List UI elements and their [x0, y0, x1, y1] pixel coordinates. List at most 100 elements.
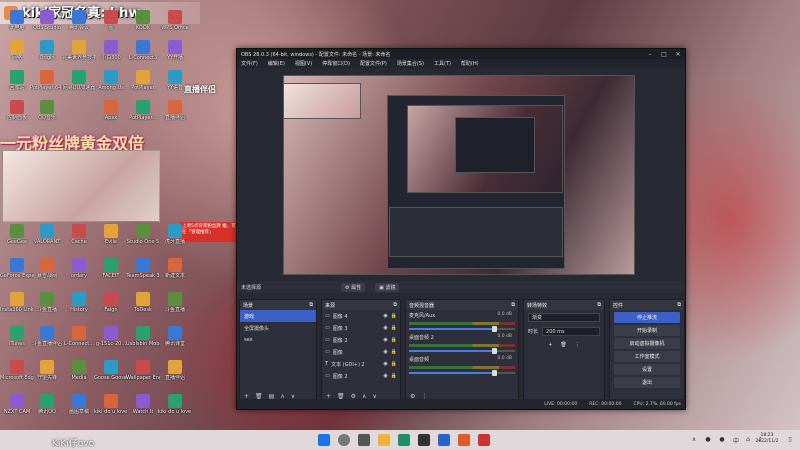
desktop-icon[interactable]: 画图草稿	[62, 392, 96, 428]
lock-icon[interactable]: 🔒	[391, 373, 397, 379]
stop-streaming-button[interactable]: 停止推流	[614, 312, 680, 323]
notification-icon[interactable]: ▯	[786, 436, 794, 444]
chrome-icon[interactable]	[478, 434, 490, 446]
source-item[interactable]: ▭ 图像 3 ◉ 🔒	[322, 322, 400, 334]
obs-window[interactable]: OBS 28.0.3 (64-bit, windows) - 配置文件: 未命名…	[236, 48, 686, 410]
transition-type-select[interactable]: 渐变	[528, 312, 600, 322]
volume-slider[interactable]	[409, 370, 515, 376]
minimize-icon[interactable]: –	[643, 51, 657, 58]
menu-profile[interactable]: 配置文件(P)	[360, 60, 387, 67]
desktop-icon[interactable]: FACEIT	[94, 256, 128, 292]
network-icon[interactable]: ⌂	[744, 436, 752, 444]
settings-button[interactable]: 设置	[614, 364, 680, 375]
lock-icon[interactable]: 🔒	[391, 361, 397, 367]
desktop-icon[interactable]: Watch It	[126, 392, 160, 428]
desktop-icon[interactable]: 斗鱼直播	[158, 290, 192, 326]
scene-item[interactable]: 全屏摄像头	[240, 322, 316, 334]
transition-menu-icon[interactable]: ⋮	[575, 342, 580, 348]
dock-undock-icon[interactable]: ⧉	[511, 302, 515, 308]
start-recording-button[interactable]: 开始录制	[614, 325, 680, 336]
source-item[interactable]: ▭ 图像 4 ◉ 🔒	[322, 310, 400, 322]
desktop-icon[interactable]: TeamSpeak 3	[126, 256, 160, 292]
desktop-icon[interactable]: 暴雪战网	[30, 256, 64, 292]
lock-icon[interactable]: 🔒	[391, 337, 397, 343]
system-clock[interactable]: 18:23 2022/11/2	[752, 433, 782, 445]
desktop-icon[interactable]: Cache	[62, 222, 96, 258]
scene-item[interactable]: 游戏	[240, 310, 316, 322]
desktop-icon[interactable]: 直播伴侣	[158, 358, 192, 394]
desktop-icon[interactable]: 直播伴侣	[158, 98, 192, 134]
desktop-icon[interactable]: g-151c-20...	[94, 324, 128, 360]
desktop-icon[interactable]: Goose Goose Duck	[94, 358, 128, 394]
obs-titlebar[interactable]: OBS 28.0.3 (64-bit, windows) - 配置文件: 未命名…	[237, 49, 685, 59]
menu-file[interactable]: 文件(F)	[241, 60, 258, 67]
desktop-icon[interactable]: 斗鱼直播	[30, 290, 64, 326]
desktop-icon[interactable]: 新建文本	[158, 256, 192, 292]
obs-preview[interactable]	[283, 75, 635, 275]
desktop-icon[interactable]: Media	[62, 358, 96, 394]
desktop-icon[interactable]: iTunes	[0, 324, 34, 360]
desktop-icon[interactable]: Apex	[94, 98, 128, 134]
desktop-icon[interactable]: kiki do u love me 2	[94, 392, 128, 428]
search-icon[interactable]	[338, 434, 350, 446]
menu-tools[interactable]: 工具(T)	[434, 60, 451, 67]
add-transition-icon[interactable]: +	[548, 342, 552, 348]
source-properties-button[interactable]: ⚙ 属性	[341, 282, 366, 292]
desktop-icon[interactable]: ordary	[62, 256, 96, 292]
volume-slider[interactable]	[409, 326, 515, 332]
desktop-icon[interactable]: Faign	[94, 290, 128, 326]
dock-undock-icon[interactable]: ⧉	[393, 302, 397, 308]
desktop-icon[interactable]: GeeGee	[0, 222, 34, 258]
desktop-icon[interactable]: Insta360 Link Co...	[0, 290, 34, 326]
studio-mode-button[interactable]: 工作室模式	[614, 351, 680, 362]
dock-undock-icon[interactable]: ⧉	[309, 302, 313, 308]
desktop-icon[interactable]: History	[62, 290, 96, 326]
maximize-icon[interactable]: □	[657, 51, 671, 58]
desktop-icon[interactable]: Microsoft Edge	[0, 358, 34, 394]
desktop-icon[interactable]: ToDesk	[126, 290, 160, 326]
volume-slider[interactable]	[409, 348, 515, 354]
desktop-icon[interactable]: Wallpaper Engine	[126, 358, 160, 394]
lock-icon[interactable]: 🔒	[391, 349, 397, 355]
desktop-icon[interactable]: 守望先锋	[30, 358, 64, 394]
menu-help[interactable]: 帮助(H)	[461, 60, 479, 67]
source-filters-button[interactable]: ▣ 滤镜	[375, 282, 400, 292]
visibility-eye-icon[interactable]: ◉	[383, 313, 387, 319]
ime-language-indicator[interactable]: 中	[732, 436, 740, 445]
visibility-eye-icon[interactable]: ◉	[383, 361, 387, 367]
desktop-icon[interactable]: 斗鱼直播伴侣	[30, 324, 64, 360]
tray-app-icon[interactable]: ●	[704, 436, 712, 444]
edge-icon[interactable]	[398, 434, 410, 446]
desktop-icon[interactable]: UsbIsbin Mobile Edit...	[126, 324, 160, 360]
tray-app-icon[interactable]: ●	[718, 436, 726, 444]
desktop-icon[interactable]: kiki do u love me 3	[158, 392, 192, 428]
menu-edit[interactable]: 编辑(E)	[268, 60, 285, 67]
menu-view[interactable]: 视图(V)	[295, 60, 312, 67]
windows-start-icon[interactable]	[318, 434, 330, 446]
desktop-icon[interactable]: PotPlayer...	[126, 98, 160, 134]
desktop-icon[interactable]: VALORANT	[30, 222, 64, 258]
source-item[interactable]: T 文本 (GDI+) 2 ◉ 🔒	[322, 358, 400, 370]
desktop-icon[interactable]: Evile	[94, 222, 128, 258]
lock-icon[interactable]: 🔒	[391, 313, 397, 319]
close-icon[interactable]: ✕	[671, 51, 685, 58]
obs-taskbar-icon[interactable]	[418, 434, 430, 446]
transition-duration-input[interactable]: 200 ms	[542, 326, 600, 336]
source-item[interactable]: ▭ 图像 2 ◉ 🔒	[322, 370, 400, 382]
source-item[interactable]: ▭ 图像 ◉ 🔒	[322, 346, 400, 358]
desktop-icon[interactable]: QQ音乐	[30, 98, 64, 134]
desktop-icon[interactable]: 控制面板	[0, 98, 34, 134]
dock-undock-icon[interactable]: ⧉	[597, 302, 601, 308]
visibility-eye-icon[interactable]: ◉	[383, 337, 387, 343]
file-explorer-icon[interactable]	[378, 434, 390, 446]
tray-chevron-icon[interactable]: ∧	[690, 436, 698, 444]
task-view-icon[interactable]	[358, 434, 370, 446]
exit-button[interactable]: 退出	[614, 377, 680, 388]
start-virtual-camera-button[interactable]: 启动虚拟摄像机	[614, 338, 680, 349]
lock-icon[interactable]: 🔒	[391, 325, 397, 331]
menu-scene-collection[interactable]: 场景集合(S)	[397, 60, 424, 67]
visibility-eye-icon[interactable]: ◉	[383, 373, 387, 379]
visibility-eye-icon[interactable]: ◉	[383, 349, 387, 355]
desktop-icon[interactable]: 网易UU加速器	[62, 68, 96, 104]
desktop-icon[interactable]: GeForce Experience	[0, 256, 34, 292]
